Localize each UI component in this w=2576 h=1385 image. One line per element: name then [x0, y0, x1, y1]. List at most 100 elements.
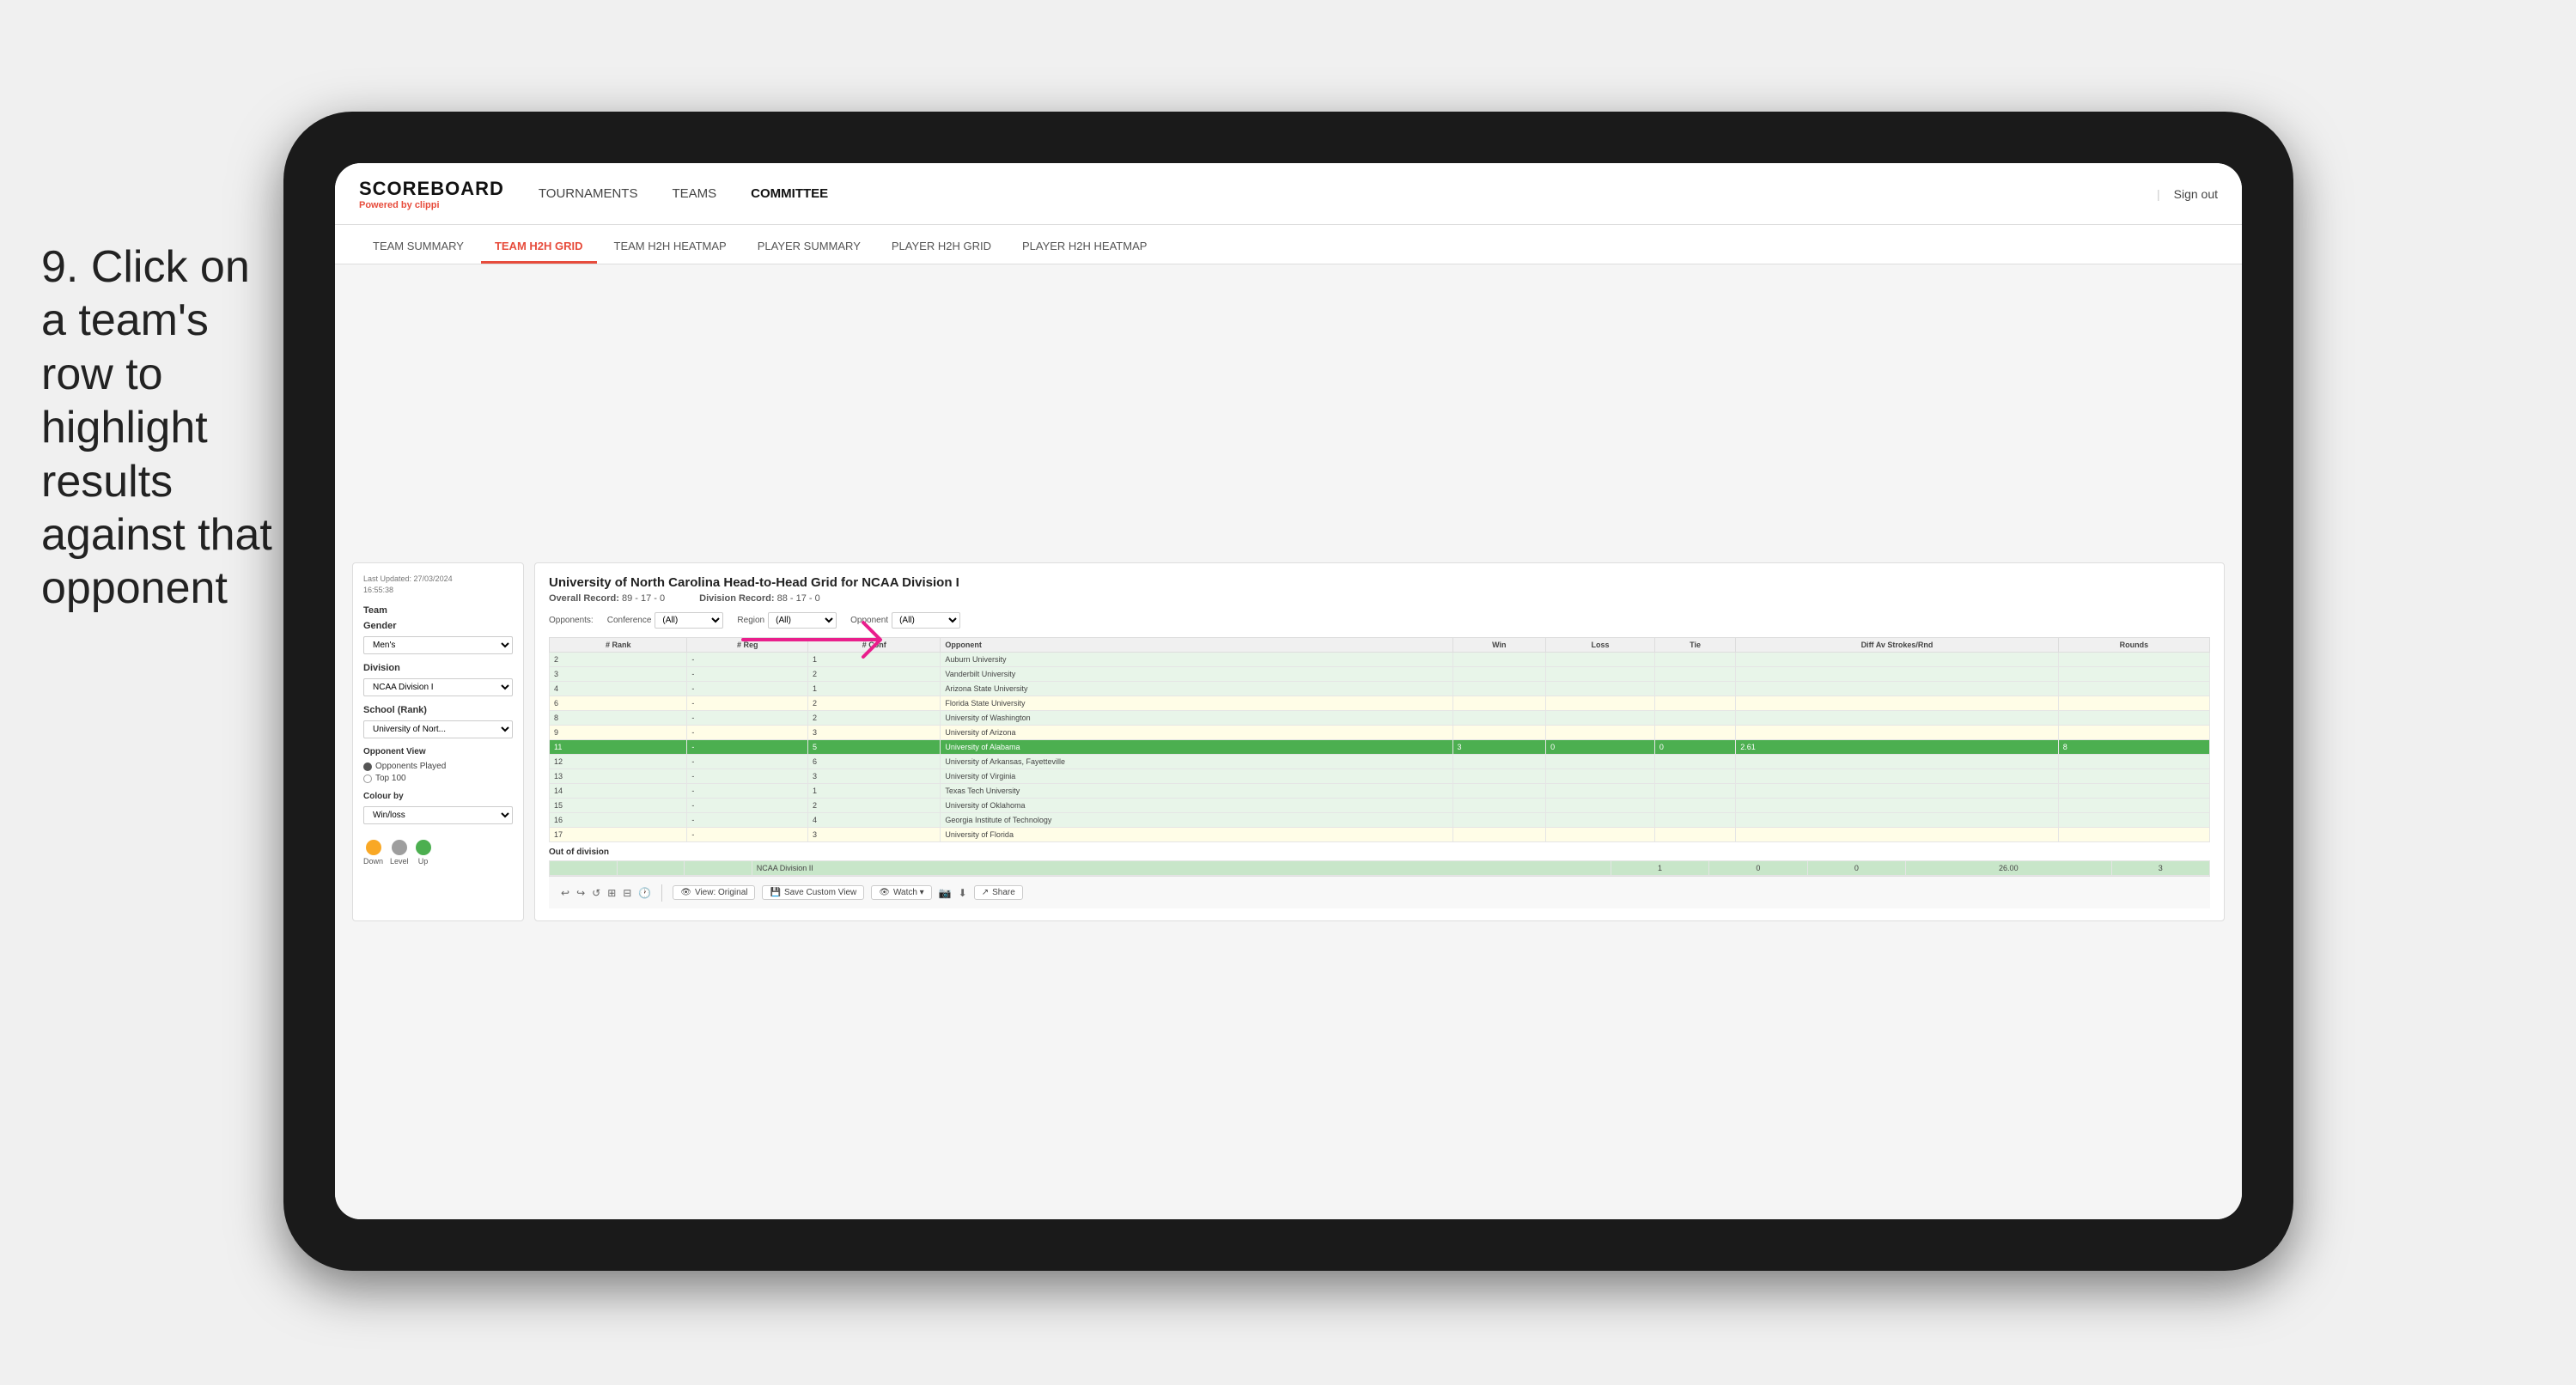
cell-rounds: [2058, 711, 2209, 726]
tab-player-summary[interactable]: PLAYER SUMMARY: [744, 231, 874, 264]
watch-btn[interactable]: 👁 Watch ▾: [871, 885, 931, 900]
cell-win: [1452, 696, 1546, 711]
table-row[interactable]: 3-2Vanderbilt University: [550, 667, 2210, 682]
tab-player-h2h-grid[interactable]: PLAYER H2H GRID: [878, 231, 1005, 264]
cell-diff: [1736, 653, 2059, 667]
nav-teams[interactable]: TEAMS: [672, 183, 716, 204]
legend-dot-up: [416, 840, 431, 855]
cell-loss: 0: [1546, 740, 1655, 755]
save-icon: 💾: [770, 888, 780, 897]
table-row[interactable]: 16-4Georgia Institute of Technology: [550, 813, 2210, 828]
cell-win: [1452, 711, 1546, 726]
cell-rank: 9: [550, 726, 687, 740]
colour-by-select[interactable]: Win/loss: [363, 806, 513, 824]
cell-rank: 6: [550, 696, 687, 711]
nav-tournaments[interactable]: TOURNAMENTS: [539, 183, 638, 204]
view-original-btn[interactable]: 👁 View: Original: [673, 885, 755, 900]
ood-conf: [685, 861, 752, 876]
cell-loss: [1546, 813, 1655, 828]
cell-diff: [1736, 726, 2059, 740]
school-select[interactable]: University of Nort...: [363, 720, 513, 738]
ood-rounds: 3: [2111, 861, 2209, 876]
table-row[interactable]: 15-2University of Oklahoma: [550, 799, 2210, 813]
nav-committee[interactable]: COMMITTEE: [751, 183, 828, 204]
top-nav: SCOREBOARD Powered by clippi TOURNAMENTS…: [335, 163, 2242, 225]
cell-diff: [1736, 813, 2059, 828]
redo-icon[interactable]: ↪: [576, 887, 585, 899]
undo-icon[interactable]: ↩: [561, 887, 569, 899]
table-row[interactable]: 17-3University of Florida: [550, 828, 2210, 842]
cell-opponent: University of Alabama: [941, 740, 1452, 755]
refresh-icon[interactable]: ↺: [592, 887, 600, 899]
cell-opponent: University of Florida: [941, 828, 1452, 842]
conference-select[interactable]: (All): [655, 612, 723, 629]
opponent-select[interactable]: (All): [892, 612, 960, 629]
cell-diff: [1736, 784, 2059, 799]
table-row[interactable]: 14-1Texas Tech University: [550, 784, 2210, 799]
table-row[interactable]: 9-3University of Arizona: [550, 726, 2210, 740]
cell-reg: -: [687, 726, 808, 740]
cell-reg: -: [687, 667, 808, 682]
paste-icon[interactable]: ⊟: [623, 887, 631, 899]
cell-win: [1452, 682, 1546, 696]
cell-reg: -: [687, 653, 808, 667]
screenshot-icon[interactable]: 📷: [939, 887, 952, 899]
region-select[interactable]: (All): [768, 612, 837, 629]
legend-down: Down: [363, 840, 383, 866]
tab-team-h2h-grid[interactable]: TEAM H2H GRID: [481, 231, 597, 264]
table-row[interactable]: 6-2Florida State University: [550, 696, 2210, 711]
clock-icon[interactable]: 🕐: [638, 887, 651, 899]
division-record: Division Record: 88 - 17 - 0: [699, 593, 820, 604]
cell-win: [1452, 784, 1546, 799]
gender-select[interactable]: Men's: [363, 636, 513, 654]
cell-rank: 11: [550, 740, 687, 755]
nav-separator: |: [2157, 187, 2160, 201]
radio-opponents-played[interactable]: Opponents Played: [363, 762, 513, 771]
sign-out-link[interactable]: Sign out: [2174, 187, 2218, 201]
bottom-toolbar: ↩ ↪ ↺ ⊞ ⊟ 🕐 👁 View: Original 💾: [549, 876, 2210, 908]
opponents-filter-label: Opponents:: [549, 616, 594, 625]
cell-diff: [1736, 755, 2059, 769]
share-btn[interactable]: ↗ Share: [974, 885, 1023, 900]
table-row[interactable]: 13-3University of Virginia: [550, 769, 2210, 784]
table-row[interactable]: 11-5University of Alabama3002.618: [550, 740, 2210, 755]
tab-team-summary[interactable]: TEAM SUMMARY: [359, 231, 478, 264]
ood-division: NCAA Division II: [752, 861, 1611, 876]
cell-conf: 2: [808, 799, 941, 813]
cell-conf: 1: [808, 653, 941, 667]
cell-conf: 3: [808, 828, 941, 842]
tab-player-h2h-heatmap[interactable]: PLAYER H2H HEATMAP: [1008, 231, 1160, 264]
tab-team-h2h-heatmap[interactable]: TEAM H2H HEATMAP: [600, 231, 740, 264]
table-row[interactable]: 4-1Arizona State University: [550, 682, 2210, 696]
cell-opponent: Texas Tech University: [941, 784, 1452, 799]
cell-tie: [1654, 813, 1735, 828]
radio-top100[interactable]: Top 100: [363, 774, 513, 783]
copy-icon[interactable]: ⊞: [607, 887, 616, 899]
save-custom-view-btn[interactable]: 💾 Save Custom View: [762, 885, 864, 900]
gender-label: Gender: [363, 621, 513, 631]
cell-diff: [1736, 711, 2059, 726]
share-icon: ↗: [982, 888, 989, 897]
cell-loss: [1546, 711, 1655, 726]
cell-conf: 2: [808, 667, 941, 682]
download-icon[interactable]: ⬇: [959, 887, 967, 899]
right-main-panel: University of North Carolina Head-to-Hea…: [534, 562, 2225, 921]
out-of-division-row[interactable]: NCAA Division II 1 0 0 26.00 3: [550, 861, 2210, 876]
division-select[interactable]: NCAA Division I: [363, 678, 513, 696]
table-row[interactable]: 8-2University of Washington: [550, 711, 2210, 726]
cell-reg: -: [687, 828, 808, 842]
cell-rank: 13: [550, 769, 687, 784]
legend: Down Level Up: [363, 840, 513, 866]
nav-sign-out-area: | Sign out: [2157, 187, 2218, 201]
cell-opponent: University of Washington: [941, 711, 1452, 726]
cell-opponent: University of Oklahoma: [941, 799, 1452, 813]
table-row[interactable]: 2-1Auburn University: [550, 653, 2210, 667]
cell-tie: [1654, 755, 1735, 769]
table-row[interactable]: 12-6University of Arkansas, Fayetteville: [550, 755, 2210, 769]
cell-loss: [1546, 726, 1655, 740]
instruction-text: 9. Click on a team's row to highlight re…: [41, 240, 282, 616]
report-title: University of North Carolina Head-to-Hea…: [549, 575, 2210, 590]
cell-conf: 1: [808, 682, 941, 696]
cell-rounds: [2058, 667, 2209, 682]
cell-diff: [1736, 828, 2059, 842]
